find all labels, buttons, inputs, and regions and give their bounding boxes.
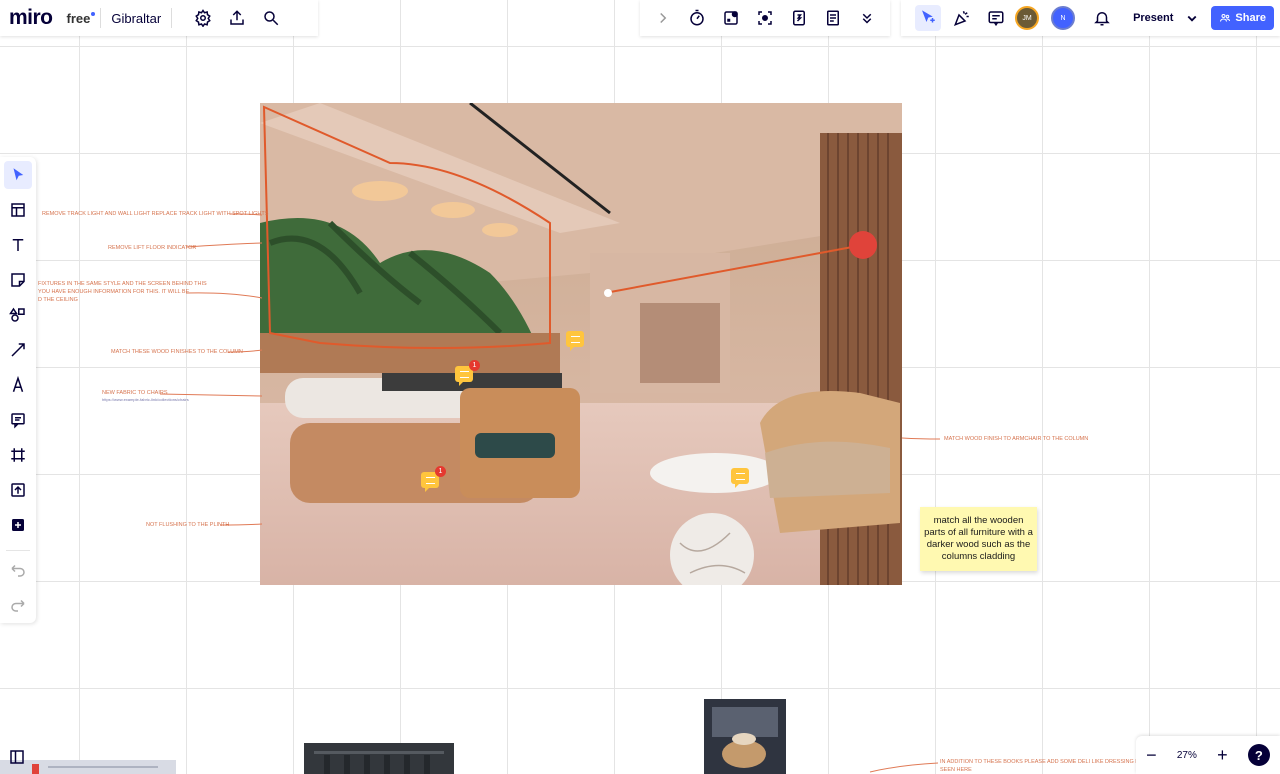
sticky-note[interactable]: match all the wooden parts of all furnit… xyxy=(920,507,1037,571)
comment-icon xyxy=(425,476,435,484)
annotation-text[interactable]: REMOVE LIFT FLOOR INDICATOR xyxy=(108,245,196,251)
thumbnail-illustration xyxy=(704,699,786,774)
comment-count-badge: 1 xyxy=(435,466,446,477)
comment-pin[interactable] xyxy=(566,331,584,351)
search-icon[interactable] xyxy=(258,5,284,31)
comment-icon xyxy=(459,370,469,378)
connector-icon[interactable] xyxy=(4,336,32,364)
annotation-text[interactable]: MATCH WOOD FINISH TO ARMCHAIR TO THE COL… xyxy=(944,436,1088,442)
focus-icon[interactable] xyxy=(752,5,778,31)
text-icon[interactable] xyxy=(4,231,32,259)
notification-bell-icon[interactable] xyxy=(1089,5,1115,31)
divider xyxy=(171,8,173,28)
zoom-controls: − 27% + ? xyxy=(1136,736,1280,774)
sticky-note-text: match all the wooden parts of all furnit… xyxy=(924,515,1033,562)
upload-icon[interactable] xyxy=(224,5,250,31)
annotation-text[interactable]: YOU HAVE ENOUGH INFORMATION FOR THIS. IT… xyxy=(38,289,189,295)
annotation-text[interactable]: SEEN HERE xyxy=(940,767,972,773)
select-icon[interactable] xyxy=(4,161,32,189)
zoom-out-button[interactable]: − xyxy=(1146,745,1157,766)
collaboration-group: JM N Present Share xyxy=(901,0,1280,36)
annotation-text[interactable]: NOT FLUSHING TO THE PLINTH xyxy=(146,522,229,528)
annotation-text[interactable]: NEW FABRIC TO CHAIRS xyxy=(102,390,168,396)
thumbnail-illustration xyxy=(314,751,444,774)
annotation-text[interactable]: FIXTURES IN THE SAME STYLE AND THE SCREE… xyxy=(38,281,207,287)
share-label: Share xyxy=(1235,12,1266,24)
comments-panel-icon[interactable] xyxy=(983,5,1009,31)
board-list-icon[interactable] xyxy=(4,744,30,770)
comment-icon[interactable] xyxy=(4,406,32,434)
add-icon[interactable] xyxy=(4,511,32,539)
present-button[interactable]: Present xyxy=(1133,12,1173,24)
annotation-text[interactable]: IN ADDITION TO THESE BOOKS PLEASE ADD SO… xyxy=(940,759,1160,765)
comment-pin[interactable]: 1 xyxy=(455,360,480,386)
annotation-text[interactable]: REMOVE TRACK LIGHT AND WALL LIGHT REPLAC… xyxy=(42,211,268,217)
collapse-chevron-icon[interactable] xyxy=(650,5,676,31)
upload-icon[interactable] xyxy=(4,476,32,504)
comment-icon xyxy=(735,472,745,480)
annotation-link[interactable]: https://www.example-fabric-link/collecti… xyxy=(102,397,189,402)
frame-icon[interactable] xyxy=(4,441,32,469)
shapes-icon[interactable] xyxy=(4,301,32,329)
share-button[interactable]: Share xyxy=(1211,6,1274,30)
comment-count-badge: 1 xyxy=(469,360,480,371)
sticky-note-icon[interactable] xyxy=(4,266,32,294)
users-icon xyxy=(1220,14,1231,22)
avatar[interactable]: JM xyxy=(1015,6,1040,30)
cursor-icon[interactable] xyxy=(915,5,942,31)
help-button[interactable]: ? xyxy=(1247,744,1270,766)
zoom-in-button[interactable]: + xyxy=(1217,745,1228,766)
undo-icon[interactable] xyxy=(4,556,32,584)
miro-logo[interactable]: miro xyxy=(9,6,53,30)
avatar[interactable]: N xyxy=(1051,6,1076,30)
timer-icon[interactable] xyxy=(684,5,710,31)
activity-icon[interactable] xyxy=(718,5,744,31)
divider xyxy=(100,8,102,28)
plan-badge[interactable]: free xyxy=(67,11,96,26)
pen-icon[interactable] xyxy=(4,371,32,399)
zoom-level[interactable]: 27% xyxy=(1177,750,1197,761)
annotation-text[interactable]: MATCH THESE WOOD FINISHES TO THE COLUMN xyxy=(111,349,243,355)
annotation-text[interactable]: D THE CEILING xyxy=(38,297,78,303)
more-chevron-icon[interactable] xyxy=(854,5,880,31)
left-toolbar xyxy=(0,157,36,623)
comment-pin[interactable] xyxy=(731,468,749,488)
board-image-thumbnail[interactable] xyxy=(704,699,786,774)
redo-icon[interactable] xyxy=(4,591,32,619)
top-bar-left: miro free Gibraltar xyxy=(0,0,318,36)
notes-icon[interactable] xyxy=(820,5,846,31)
board-tools-group xyxy=(640,0,890,36)
reactions-icon[interactable] xyxy=(949,5,975,31)
toolbar-divider xyxy=(6,550,30,551)
board-image-thumbnail[interactable] xyxy=(304,743,454,774)
settings-icon[interactable] xyxy=(190,5,216,31)
comment-icon xyxy=(570,335,580,343)
present-options-chevron-icon[interactable] xyxy=(1179,5,1205,31)
comment-pin[interactable]: 1 xyxy=(421,466,446,492)
count-icon[interactable] xyxy=(786,5,812,31)
top-bar-right: JM N Present Share xyxy=(640,0,1280,36)
templates-icon[interactable] xyxy=(4,196,32,224)
board-name[interactable]: Gibraltar xyxy=(111,11,161,26)
